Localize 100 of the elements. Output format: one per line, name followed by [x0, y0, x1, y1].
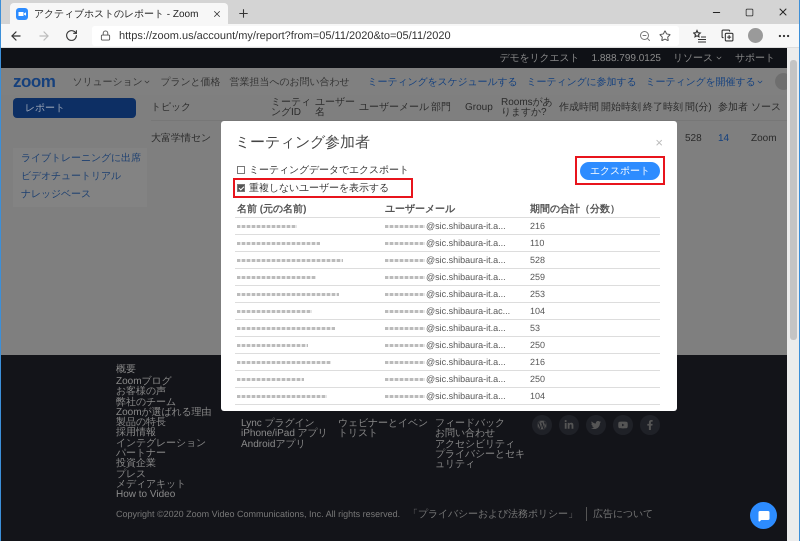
sidebar-item[interactable]: レポート — [13, 98, 136, 118]
footer-heading: 概要 — [116, 363, 136, 377]
checkbox-option[interactable]: 重複しないユーザーを表示する — [235, 180, 411, 196]
top-link[interactable]: デモをリクエスト — [499, 51, 580, 65]
footer-link[interactable]: 採用情報 — [116, 428, 156, 439]
table-cell: 53 — [528, 320, 660, 337]
table-cell: 216 — [528, 354, 660, 371]
email-text: @sic.shibaura-it.a... — [426, 238, 506, 248]
blurred-text — [385, 224, 425, 228]
lock-icon — [100, 30, 111, 41]
table-cell: 259 — [528, 269, 660, 286]
table-cell: 104 — [528, 388, 660, 405]
blurred-text — [385, 326, 425, 330]
top-link[interactable]: サポート — [735, 51, 775, 65]
tab-title: アクティブホストのレポート - Zoom — [34, 8, 198, 20]
legal-link[interactable]: 広告について — [586, 506, 654, 521]
footer-link[interactable]: お問い合わせ — [435, 429, 495, 440]
chat-icon — [758, 510, 770, 522]
table-cell: 250 — [528, 371, 660, 388]
blurred-text — [385, 344, 425, 346]
twitter-icon[interactable] — [586, 415, 606, 435]
email-text: @sic.shibaura-it.a... — [426, 272, 506, 282]
footer-link[interactable]: プレス — [116, 470, 146, 480]
facebook-icon[interactable] — [640, 415, 660, 435]
caret-icon — [715, 54, 723, 62]
copyright-text: Copyright ©2020 Zoom Video Communications, Inc. All rights reserved. — [116, 508, 400, 519]
nav-link[interactable]: 営業担当へのお問い合わせ — [229, 74, 350, 88]
column-header: 期間の合計（分数） — [528, 200, 660, 218]
footer-link[interactable]: インテグレーション — [116, 438, 206, 450]
blurred-text — [385, 292, 425, 296]
footer-link[interactable]: メディアキット — [116, 480, 186, 490]
zoom-out-icon — [639, 30, 651, 42]
column-header: 名前 (元の名前) — [235, 200, 383, 218]
table-cell-text: Zoom — [751, 132, 777, 146]
table-cell: 250 — [528, 337, 660, 354]
nav-link[interactable]: ソリューション — [72, 74, 152, 88]
new-tab-icon[interactable] — [237, 7, 250, 20]
footer-link[interactable]: iPhone/iPad アプリ — [241, 429, 328, 440]
wordpress-icon[interactable] — [532, 415, 552, 435]
footer-link[interactable]: 投資企業 — [116, 459, 156, 470]
address-bar[interactable]: https://zoom.us/account/my/report?from=05/11/2020&to=05/11/2020 — [92, 26, 679, 46]
footer-link[interactable]: お客様の声 — [116, 387, 166, 398]
email-text: @sic.shibaura-it.a... — [426, 255, 506, 265]
footer-link[interactable]: Lync プラグイン — [241, 419, 315, 430]
top-link[interactable]: リソース — [673, 51, 723, 65]
browser-tab[interactable]: アクティブホストのレポート - Zoom — [10, 3, 228, 24]
checkbox-option[interactable]: ミーティングデータでエクスポート — [235, 162, 411, 178]
dialog-title: ミーティング参加者 — [235, 133, 370, 152]
help-link[interactable]: ビデオチュートリアル — [21, 171, 121, 183]
column-header: ユーザーメール — [383, 200, 528, 218]
email-text: @sic.shibaura-it.a... — [426, 357, 506, 367]
column-header: 間(分) — [685, 95, 718, 121]
email-text: @sic.shibaura-it.ac... — [426, 306, 510, 316]
blurred-text — [385, 258, 425, 262]
footer-link[interactable]: 弊社のチーム — [116, 398, 176, 408]
footer-link[interactable]: アクセシビリティ — [435, 440, 515, 450]
blurred-text — [385, 360, 425, 364]
blurred-name — [237, 378, 304, 380]
email-text: @sic.shibaura-it.a... — [426, 340, 506, 350]
blurred-text — [385, 378, 425, 380]
profile-avatar[interactable] — [748, 28, 763, 43]
blurred-text — [385, 242, 425, 244]
email-text: @sic.shibaura-it.a... — [426, 221, 506, 231]
help-link[interactable]: ライブトレーニングに出席 — [21, 153, 141, 165]
footer-link[interactable]: Androidアプリ — [241, 440, 306, 450]
help-link[interactable]: ナレッジベース — [21, 189, 91, 201]
table-cell: 253 — [528, 286, 660, 303]
table-cell-text: 528 — [685, 132, 702, 146]
footer-link[interactable]: パートナー — [116, 449, 166, 460]
youtube-icon[interactable] — [613, 415, 633, 435]
footer-link[interactable]: ウェビナーとイベントリスト — [338, 419, 435, 440]
blurred-text — [385, 394, 425, 398]
column-header: 参加者 — [718, 95, 751, 121]
favorites-icon[interactable] — [693, 28, 707, 42]
legal-link[interactable]: 「プライバシーおよび法務ポリシー」 — [408, 506, 578, 521]
star-icon — [659, 30, 671, 42]
back-icon[interactable] — [9, 28, 23, 42]
scrollbar-thumb[interactable] — [790, 60, 796, 340]
top-link[interactable]: 1.888.799.0125 — [591, 52, 661, 64]
nav-link[interactable]: プランと価格 — [160, 74, 220, 88]
close-tab-icon[interactable] — [212, 8, 222, 18]
footer-link[interactable]: フィードバック — [435, 419, 505, 430]
email-text: @sic.shibaura-it.a... — [426, 289, 506, 299]
video-camera-icon — [16, 8, 28, 20]
export-button[interactable]: エクスポート — [580, 162, 660, 180]
table-cell: 528 — [528, 252, 660, 269]
refresh-icon[interactable] — [65, 29, 78, 42]
email-text: @sic.shibaura-it.a... — [426, 391, 506, 401]
blurred-name — [237, 224, 297, 228]
blurred-text — [385, 276, 425, 278]
footer-link[interactable]: How to Video — [116, 490, 176, 501]
footer-link[interactable]: 製品の特長 — [116, 418, 166, 428]
copy-plus-icon[interactable] — [721, 29, 734, 42]
table-cell: 110 — [528, 235, 660, 252]
email-text: @sic.shibaura-it.a... — [426, 323, 506, 333]
footer-link[interactable]: プライバシーとセキュリティ — [435, 450, 532, 470]
table-cell: 216 — [528, 218, 660, 235]
linkedin-icon[interactable] — [559, 415, 579, 435]
blurred-name — [237, 344, 308, 346]
email-text: @sic.shibaura-it.a... — [426, 374, 506, 384]
